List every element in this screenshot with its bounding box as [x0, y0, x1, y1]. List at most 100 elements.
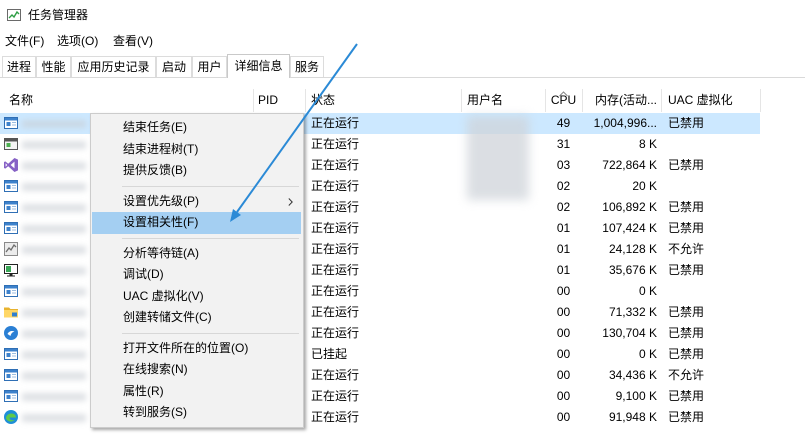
process-uac-virtualization: 已禁用: [668, 410, 705, 424]
tab-processes[interactable]: 进程: [2, 56, 36, 77]
menu-item-open-file-location[interactable]: 打开文件所在的位置(O): [92, 338, 301, 360]
menu-file[interactable]: 文件(F): [5, 31, 44, 51]
process-status: 正在运行: [311, 221, 360, 235]
process-uac-virtualization: 已禁用: [668, 389, 705, 403]
redacted-process-name: [22, 225, 86, 233]
process-status: 正在运行: [311, 305, 360, 319]
menu-item-label: 打开文件所在的位置(O): [123, 340, 249, 355]
app-window-icon: [3, 115, 19, 131]
resource-monitor-icon: [3, 241, 19, 257]
monitor-icon: [3, 262, 19, 278]
process-memory: 91,948 K: [608, 410, 657, 424]
tab-startup[interactable]: 启动: [156, 56, 192, 77]
process-status: 正在运行: [311, 368, 360, 382]
redacted-process-name: [22, 120, 86, 128]
process-memory: 722,864 K: [602, 158, 657, 172]
chevron-up-icon: [559, 86, 568, 97]
process-cpu: 00: [556, 389, 571, 403]
tab-services[interactable]: 服务: [290, 56, 324, 77]
menu-item-provide-feedback[interactable]: 提供反馈(B): [92, 160, 301, 182]
column-header-uac-virtualization[interactable]: UAC 虚拟化: [668, 89, 733, 112]
process-status: 正在运行: [311, 284, 360, 298]
column-separator[interactable]: [461, 89, 462, 112]
process-memory: 107,424 K: [602, 221, 657, 235]
process-cpu: 01: [556, 263, 571, 277]
process-uac-virtualization: 不允许: [668, 368, 705, 382]
menu-item-debug[interactable]: 调试(D): [92, 264, 301, 286]
column-header-name[interactable]: 名称: [9, 89, 33, 112]
column-header-status[interactable]: 状态: [311, 89, 335, 112]
tab-app-history[interactable]: 应用历史记录: [71, 56, 156, 77]
column-header-username[interactable]: 用户名: [467, 89, 503, 112]
menu-item-end-process-tree[interactable]: 结束进程树(T): [92, 139, 301, 161]
title-bar[interactable]: 任务管理器: [0, 0, 805, 30]
process-memory: 20 K: [632, 179, 657, 193]
process-memory: 8 K: [638, 137, 657, 151]
redacted-process-name: [22, 267, 86, 275]
app-window-icon: [3, 346, 19, 362]
menu-item-label: 设置优先级(P): [123, 193, 199, 208]
redacted-process-name: [22, 162, 86, 170]
process-uac-virtualization: 已禁用: [668, 305, 705, 319]
process-memory: 34,436 K: [608, 368, 657, 382]
menu-item-set-affinity[interactable]: 设置相关性(F): [92, 212, 301, 234]
menu-item-uac-virtualization[interactable]: UAC 虚拟化(V): [92, 286, 301, 308]
process-memory: 24,128 K: [608, 242, 657, 256]
menu-item-label: 属性(R): [123, 383, 164, 398]
column-separator[interactable]: [305, 89, 306, 112]
menu-item-label: 分析等待链(A): [123, 245, 199, 260]
redacted-process-name: [22, 246, 86, 254]
task-manager-icon: [6, 7, 22, 23]
blue-circle-icon: [3, 325, 19, 341]
column-header-pid[interactable]: PID: [258, 89, 278, 112]
process-uac-virtualization: 不允许: [668, 242, 705, 256]
menu-item-label: 结束任务(E): [123, 120, 187, 134]
menu-view[interactable]: 查看(V): [113, 31, 153, 51]
menu-bar: 文件(F) 选项(O) 查看(V): [0, 31, 805, 51]
tab-performance[interactable]: 性能: [36, 56, 71, 77]
menu-item-end-task[interactable]: 结束任务(E): [92, 117, 301, 139]
process-memory: 106,892 K: [602, 200, 657, 214]
process-memory: 71,332 K: [608, 305, 657, 319]
menu-options[interactable]: 选项(O): [57, 31, 98, 51]
process-cpu: 00: [556, 326, 571, 340]
process-status: 正在运行: [311, 326, 360, 340]
menu-item-create-dump-file[interactable]: 创建转储文件(C): [92, 307, 301, 329]
column-separator[interactable]: [760, 89, 761, 112]
app-window-icon: [3, 283, 19, 299]
menu-item-search-online[interactable]: 在线搜索(N): [92, 359, 301, 381]
redacted-process-name: [22, 330, 86, 338]
menu-item-set-priority[interactable]: 设置优先级(P): [92, 191, 301, 213]
process-cpu: 00: [556, 347, 571, 361]
process-status: 正在运行: [311, 263, 360, 277]
column-separator[interactable]: [253, 89, 254, 112]
tab-users[interactable]: 用户: [192, 56, 227, 77]
menu-item-analyze-wait-chain[interactable]: 分析等待链(A): [92, 243, 301, 265]
process-status: 正在运行: [311, 242, 360, 256]
menu-item-go-to-services[interactable]: 转到服务(S): [92, 402, 301, 424]
process-uac-virtualization: 已禁用: [668, 347, 705, 361]
app-window-icon: [3, 220, 19, 236]
menu-item-label: 设置相关性(F): [123, 215, 199, 229]
redacted-process-name: [22, 183, 86, 191]
menu-item-properties[interactable]: 属性(R): [92, 381, 301, 403]
process-memory: 0 K: [638, 347, 657, 361]
process-memory: 1,004,996...: [593, 116, 657, 130]
chevron-right-icon: [288, 197, 293, 206]
redacted-process-name: [22, 309, 86, 317]
process-memory: 9,100 K: [615, 389, 657, 403]
process-uac-virtualization: 已禁用: [668, 116, 705, 130]
menu-item-label: 调试(D): [123, 267, 164, 281]
redacted-process-name: [22, 288, 86, 296]
process-cpu: 00: [556, 368, 571, 382]
process-status: 正在运行: [311, 200, 360, 214]
process-cpu: 49: [556, 116, 571, 130]
folder-icon: [3, 304, 19, 320]
visual-studio-icon: [3, 157, 19, 173]
redacted-username: [467, 116, 529, 200]
app-window-icon: [3, 199, 19, 215]
column-header-memory[interactable]: 内存(活动...: [582, 89, 657, 112]
process-status: 正在运行: [311, 137, 360, 151]
tab-details[interactable]: 详细信息: [227, 54, 290, 78]
column-separator[interactable]: [661, 89, 662, 112]
